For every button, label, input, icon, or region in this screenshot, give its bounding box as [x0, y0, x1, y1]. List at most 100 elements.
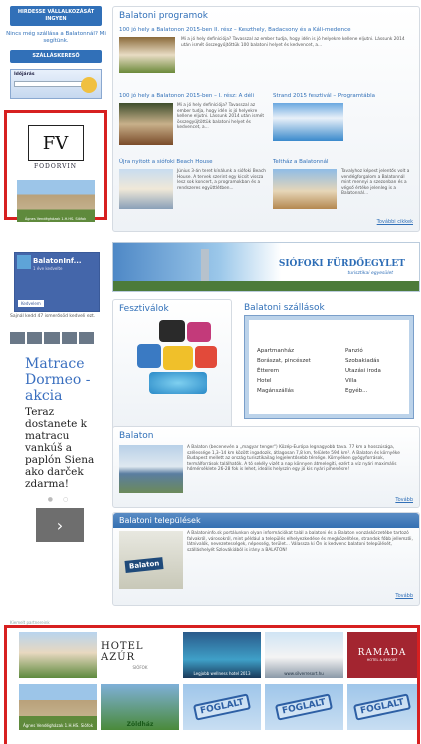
- booked-stamp: FOGLALT: [274, 693, 334, 721]
- accommodation-search-button[interactable]: SZÁLLÁSKERESŐ: [10, 50, 102, 63]
- programs-panel: Balatoni programok 100 jó hely a Balaton…: [112, 6, 420, 232]
- article-body: Mi a jó hely definíciója? Tavasszal az e…: [177, 103, 265, 130]
- partner-ad-hotel-image[interactable]: [19, 632, 97, 678]
- balaton-text: A Balaton (becenevén a „magyar tenger") …: [187, 445, 400, 472]
- article-title[interactable]: Újra nyitott a siófoki Beach House: [119, 159, 269, 166]
- festival-logo[interactable]: [149, 372, 207, 394]
- article-thumbnail[interactable]: [119, 169, 173, 209]
- facebook-box[interactable]: BalatonInf... 1 éve kedvelte Kedvelem: [14, 252, 100, 312]
- list-item[interactable]: Borászat, pincészet: [257, 356, 311, 366]
- weather-input[interactable]: [14, 81, 84, 87]
- list-item[interactable]: Étterem: [257, 366, 311, 376]
- banner-brand: SIÓFOKI FÜRDŐEGYLET: [278, 259, 405, 269]
- booked-stamp: FOGLALT: [192, 693, 252, 721]
- article-3: Strand 2015 fesztivál – Programtábla: [273, 93, 413, 163]
- article-thumbnail[interactable]: [273, 169, 337, 209]
- balaton-image[interactable]: [119, 445, 183, 493]
- weather-widget[interactable]: Időjárás: [10, 69, 102, 99]
- accommodation-list-left: Apartmanház Borászat, pincészet Étterem …: [257, 346, 311, 396]
- article-body: Tavalyhoz képest jelentős volt a vendégf…: [341, 169, 410, 196]
- register-business-button[interactable]: HIRDESSE VÁLLALKOZÁSÁT INGYEN: [10, 6, 102, 26]
- article-title[interactable]: Teltház a Balatonnál: [273, 159, 413, 166]
- facebook-page-name[interactable]: BalatonInf...: [33, 257, 82, 265]
- article-body: Mi a jó hely definíciója? Tavasszal az e…: [181, 37, 405, 48]
- festivals-title[interactable]: Fesztiválok: [113, 300, 231, 317]
- ad-body: Teraz dostanete k matracu vankúš a papló…: [25, 406, 95, 490]
- article-title[interactable]: 100 jó hely a Balatonon 2015-ben II. rés…: [119, 27, 415, 34]
- list-item[interactable]: Szobakiadás: [345, 356, 381, 366]
- left-column: HIRDESSE VÁLLALKOZÁSÁT INGYEN Nincs még …: [6, 6, 106, 105]
- article-1: 100 jó hely a Balatonon 2015-ben II. rés…: [119, 27, 415, 87]
- avatar[interactable]: [61, 332, 77, 344]
- partner-ad-wellness[interactable]: Legjobb wellness hotel 2013: [183, 632, 261, 678]
- article-4: Újra nyitott a siófoki Beach House Júniu…: [119, 159, 269, 219]
- sun-icon: [81, 77, 97, 93]
- festival-logo[interactable]: [159, 320, 185, 342]
- fodorvin-logo[interactable]: FV: [27, 125, 84, 161]
- settlements-more-link[interactable]: Tovább: [395, 593, 413, 599]
- partner-slot-booked[interactable]: FOGLALT: [265, 684, 343, 730]
- more-articles-link[interactable]: További cikkek: [377, 219, 413, 225]
- festival-logo[interactable]: [163, 346, 193, 370]
- list-item[interactable]: Utazási iroda: [345, 366, 381, 376]
- article-thumbnail[interactable]: [273, 103, 343, 141]
- facebook-like-button[interactable]: Kedvelem: [18, 300, 44, 307]
- settlements-title[interactable]: Balatoni települések: [113, 513, 419, 528]
- balaton-more-link[interactable]: Tovább: [395, 497, 413, 503]
- article-title[interactable]: Strand 2015 fesztivál – Programtábla: [273, 93, 413, 100]
- balaton-panel: Balaton A Balaton (becenevén a „magyar t…: [112, 426, 420, 508]
- article-thumbnail[interactable]: [119, 37, 175, 73]
- partner-ads-highlight: HOTEL AZÚR SIÓFOK Legjobb wellness hotel…: [4, 625, 420, 744]
- festival-logo[interactable]: [195, 346, 217, 368]
- partner-ad-guesthouse[interactable]: Ágnes Vendégházak 1.H.HS. Siófok: [19, 684, 97, 730]
- list-item[interactable]: Egyéb...: [345, 386, 381, 396]
- accommodation-list-right: Panzió Szobakiadás Utazási iroda Villa E…: [345, 346, 381, 396]
- partner-slot-booked[interactable]: FOGLALT: [347, 684, 417, 730]
- accommodations-title: Balatoni szállások: [244, 303, 325, 313]
- festival-logos[interactable]: [129, 320, 219, 400]
- list-item[interactable]: Panzió: [345, 346, 381, 356]
- accommodations-panel: Balatoni szállások Apartmanház Borászat,…: [236, 299, 420, 431]
- partner-ad-ramada[interactable]: RAMADA HOTEL & RESORT: [347, 632, 417, 678]
- banner-brand-sub: turisztikai egyesület: [347, 271, 393, 276]
- list-item[interactable]: Apartmanház: [257, 346, 311, 356]
- siofok-banner[interactable]: SIÓFOKI FÜRDŐEGYLET turisztikai egyesüle…: [112, 242, 420, 292]
- partner-ad-hotel-azur[interactable]: HOTEL AZÚR SIÓFOK: [101, 632, 179, 678]
- zoldhaz-label: Zöldház: [126, 721, 154, 728]
- guesthouse-image[interactable]: Ágnes Vendégházak 1.H.HS. Siófok: [16, 180, 95, 222]
- settlements-text: A Balatoninfo.sk portálunkon olyan infor…: [187, 531, 413, 553]
- festival-logo[interactable]: [137, 344, 161, 368]
- fodorvin-ad-highlight[interactable]: FV FODORVIN Ágnes Vendégházak 1.H.HS. Si…: [4, 110, 107, 222]
- facebook-faces: [10, 332, 95, 344]
- ad-pager[interactable]: ● ○: [25, 496, 95, 503]
- partner-ad-silver-resort[interactable]: www.silverresort.hu: [265, 632, 343, 678]
- article-body: Június 3-án teret kínálunk a siófoki Bea…: [177, 169, 267, 191]
- article-2: 100 jó hely a Balatonon 2015-ben – I. ré…: [119, 93, 269, 163]
- no-accommodation-link[interactable]: Nincs még szállása a Balatonnál? Mi segí…: [6, 31, 106, 45]
- fodorvin-name: FODORVIN: [33, 163, 78, 170]
- avatar[interactable]: [10, 332, 26, 344]
- settlements-panel: Balatoni települések Balaton A Balatonin…: [112, 512, 420, 606]
- partner-slot-booked[interactable]: FOGLALT: [183, 684, 261, 730]
- balaton-sign-image[interactable]: Balaton: [119, 531, 183, 589]
- dormeo-ad[interactable]: Matrace Dormeo - akcia Teraz dostanete k…: [25, 356, 95, 578]
- ad-headline[interactable]: Matrace Dormeo - akcia: [25, 356, 95, 404]
- avatar[interactable]: [27, 332, 43, 344]
- hotel-azur-name: HOTEL AZÚR: [101, 640, 144, 663]
- festival-logo[interactable]: [187, 322, 211, 342]
- partner-ad-zoldhaz[interactable]: Zöldház: [101, 684, 179, 730]
- avatar[interactable]: [44, 332, 60, 344]
- list-item[interactable]: Hotel: [257, 376, 311, 386]
- banner-ground: [113, 281, 419, 291]
- article-title[interactable]: 100 jó hely a Balatonon 2015-ben – I. ré…: [119, 93, 269, 100]
- list-item[interactable]: Magánszállás: [257, 386, 311, 396]
- guesthouse-caption: Ágnes Vendégházak 1.H.HS. Siófok: [22, 723, 94, 728]
- facebook-friends-text: Sajnál kedd 47 ismerősöd kedveli ezt.: [10, 314, 96, 319]
- avatar[interactable]: [78, 332, 95, 344]
- balaton-title[interactable]: Balaton: [113, 427, 419, 444]
- weather-label: Időjárás: [14, 72, 35, 77]
- article-thumbnail[interactable]: [119, 103, 173, 145]
- ramada-sub: HOTEL & RESORT: [366, 658, 398, 662]
- ad-next-button[interactable]: ›: [36, 508, 84, 542]
- list-item[interactable]: Villa: [345, 376, 381, 386]
